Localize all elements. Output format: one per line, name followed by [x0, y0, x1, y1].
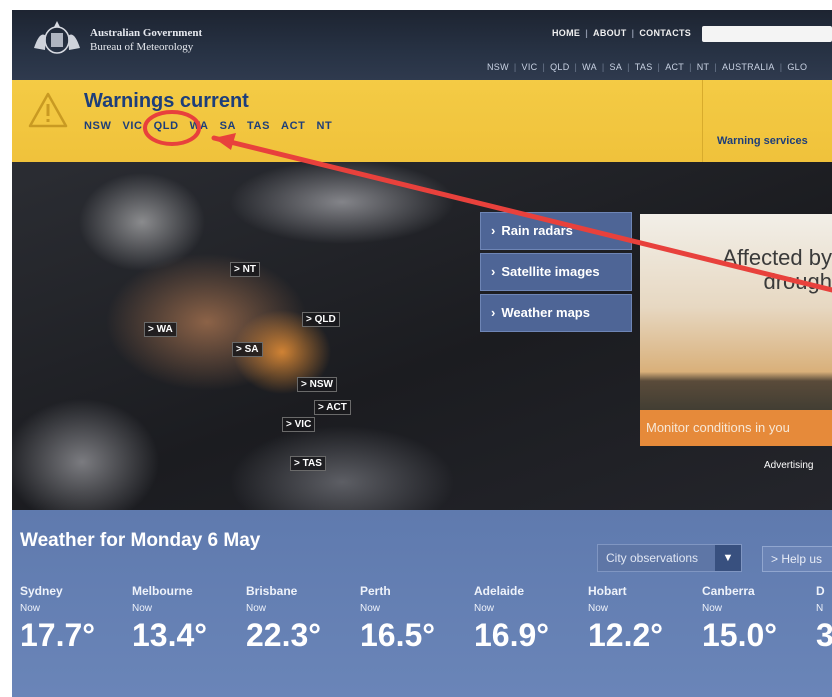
warning-services-link[interactable]: Warning services	[717, 135, 808, 147]
city-canberra[interactable]: Canberra Now 15.0°	[702, 584, 777, 654]
city-temp: 12.2°	[588, 617, 664, 653]
city-now-label: Now	[20, 603, 41, 614]
warning-link-tas[interactable]: TAS	[247, 120, 270, 132]
weather-panel: Weather for Monday 6 May City observatio…	[12, 510, 832, 697]
city-brisbane[interactable]: Brisbane Now 22.3°	[246, 584, 321, 654]
advertising-label: Advertising	[764, 460, 814, 471]
city-select-value: City observations	[606, 551, 699, 565]
city-temp: 16.5°	[360, 617, 436, 653]
satellite-hero: > NT > WA > QLD > SA > NSW > ACT > VIC >…	[12, 162, 832, 510]
chevron-down-icon[interactable]: ▼	[715, 545, 741, 571]
city-now-label: Now	[474, 603, 495, 614]
nav-global[interactable]: GLO	[782, 62, 812, 72]
city-hobart[interactable]: Hobart Now 12.2°	[588, 584, 663, 654]
map-label-vic[interactable]: > VIC	[282, 417, 316, 432]
city-temp: 13.4°	[132, 617, 208, 653]
nav-wa[interactable]: WA	[577, 62, 602, 72]
city-name: Canberra	[702, 584, 755, 598]
city-now-label: Now	[246, 603, 267, 614]
contacts-link[interactable]: CONTACTS	[634, 28, 696, 38]
warnings-title: Warnings current	[84, 90, 249, 112]
nav-act[interactable]: ACT	[660, 62, 689, 72]
city-name: Melbourne	[132, 584, 193, 598]
nav-australia[interactable]: AUSTRALIA	[717, 62, 780, 72]
warning-state-links: NSW VIC QLD WA SA TAS ACT NT	[84, 120, 343, 132]
city-now-label: Now	[588, 603, 609, 614]
warning-triangle-icon	[28, 92, 68, 128]
nav-nsw[interactable]: NSW	[482, 62, 514, 72]
chevron-right-icon: ›	[491, 305, 496, 320]
gov-line-1: Australian Government	[90, 27, 203, 39]
city-name: Perth	[360, 584, 391, 598]
map-label-tas[interactable]: > TAS	[290, 456, 326, 471]
gov-line-2: Bureau of Meteorology	[90, 41, 194, 53]
chevron-right-icon: ›	[491, 223, 496, 238]
warning-link-sa[interactable]: SA	[220, 120, 236, 132]
warning-link-qld[interactable]: QLD	[154, 120, 179, 132]
chevron-right-icon: ›	[491, 264, 496, 279]
weather-maps-label: Weather maps	[501, 305, 590, 320]
city-now-label: N	[816, 603, 824, 614]
nav-vic[interactable]: VIC	[517, 62, 543, 72]
top-links: HOME | ABOUT | CONTACTS	[547, 28, 696, 38]
warning-link-vic[interactable]: VIC	[122, 120, 142, 132]
city-melbourne[interactable]: Melbourne Now 13.4°	[132, 584, 207, 654]
city-partial[interactable]: D N 3	[816, 584, 832, 654]
city-name: Brisbane	[246, 584, 298, 598]
city-now-label: Now	[132, 603, 153, 614]
warning-link-wa[interactable]: WA	[190, 120, 209, 132]
city-sydney[interactable]: Sydney Now 17.7°	[20, 584, 95, 654]
satellite-images-label: Satellite images	[501, 264, 600, 279]
map-label-sa[interactable]: > SA	[232, 342, 263, 357]
map-label-act[interactable]: > ACT	[314, 400, 351, 415]
nav-tas[interactable]: TAS	[630, 62, 658, 72]
map-label-nsw[interactable]: > NSW	[297, 377, 337, 392]
satellite-images-link[interactable]: › Satellite images	[480, 253, 632, 291]
city-temp: 3	[816, 617, 832, 653]
warnings-banner: Warnings current NSW VIC QLD WA SA TAS ACT NT W…	[12, 80, 832, 162]
warning-link-nt[interactable]: NT	[316, 120, 332, 132]
warning-link-act[interactable]: ACT	[281, 120, 305, 132]
nav-nt[interactable]: NT	[692, 62, 715, 72]
site-header: Australian Government Bureau of Meteorol…	[12, 10, 832, 80]
rain-radars-link[interactable]: › Rain radars	[480, 212, 632, 250]
city-now-label: Now	[702, 603, 723, 614]
weather-title: Weather for Monday 6 May	[20, 530, 261, 551]
coat-of-arms-logo	[34, 21, 80, 54]
nav-sa[interactable]: SA	[605, 62, 628, 72]
warning-link-nsw[interactable]: NSW	[84, 120, 111, 132]
city-adelaide[interactable]: Adelaide Now 16.9°	[474, 584, 549, 654]
drought-ad[interactable]: Affected by drough Monitor conditions in…	[640, 214, 832, 446]
city-name: D	[816, 584, 825, 598]
city-temp: 22.3°	[246, 617, 322, 653]
city-observations-select[interactable]: City observations ▼	[597, 544, 742, 572]
hero-menu: › Rain radars › Satellite images › Weather …	[480, 212, 632, 335]
map-label-nt[interactable]: > NT	[230, 262, 260, 277]
city-temp: 16.9°	[474, 617, 550, 653]
ad-strip[interactable]: Monitor conditions in you	[640, 410, 832, 446]
weather-maps-link[interactable]: › Weather maps	[480, 294, 632, 332]
city-name: Adelaide	[474, 584, 525, 598]
help-us-button[interactable]: > Help us	[762, 546, 832, 572]
about-link[interactable]: ABOUT	[588, 28, 632, 38]
divider	[702, 80, 703, 162]
ad-title: Affected by drough	[722, 245, 832, 294]
map-label-wa[interactable]: > WA	[144, 322, 177, 337]
city-name: Sydney	[20, 584, 63, 598]
rain-radars-label: Rain radars	[501, 223, 573, 238]
city-temp: 17.7°	[20, 617, 96, 653]
government-title: Australian Government Bureau of Meteorol…	[90, 26, 202, 54]
nav-qld[interactable]: QLD	[545, 62, 574, 72]
city-name: Hobart	[588, 584, 627, 598]
city-perth[interactable]: Perth Now 16.5°	[360, 584, 435, 654]
home-link[interactable]: HOME	[547, 28, 585, 38]
state-nav: NSW | VIC | QLD | WA | SA | TAS | ACT | NT | AUSTRALIA | G…	[482, 62, 812, 72]
city-temp: 15.0°	[702, 617, 778, 653]
search-input[interactable]	[702, 26, 832, 42]
map-label-qld[interactable]: > QLD	[302, 312, 340, 327]
city-now-label: Now	[360, 603, 381, 614]
